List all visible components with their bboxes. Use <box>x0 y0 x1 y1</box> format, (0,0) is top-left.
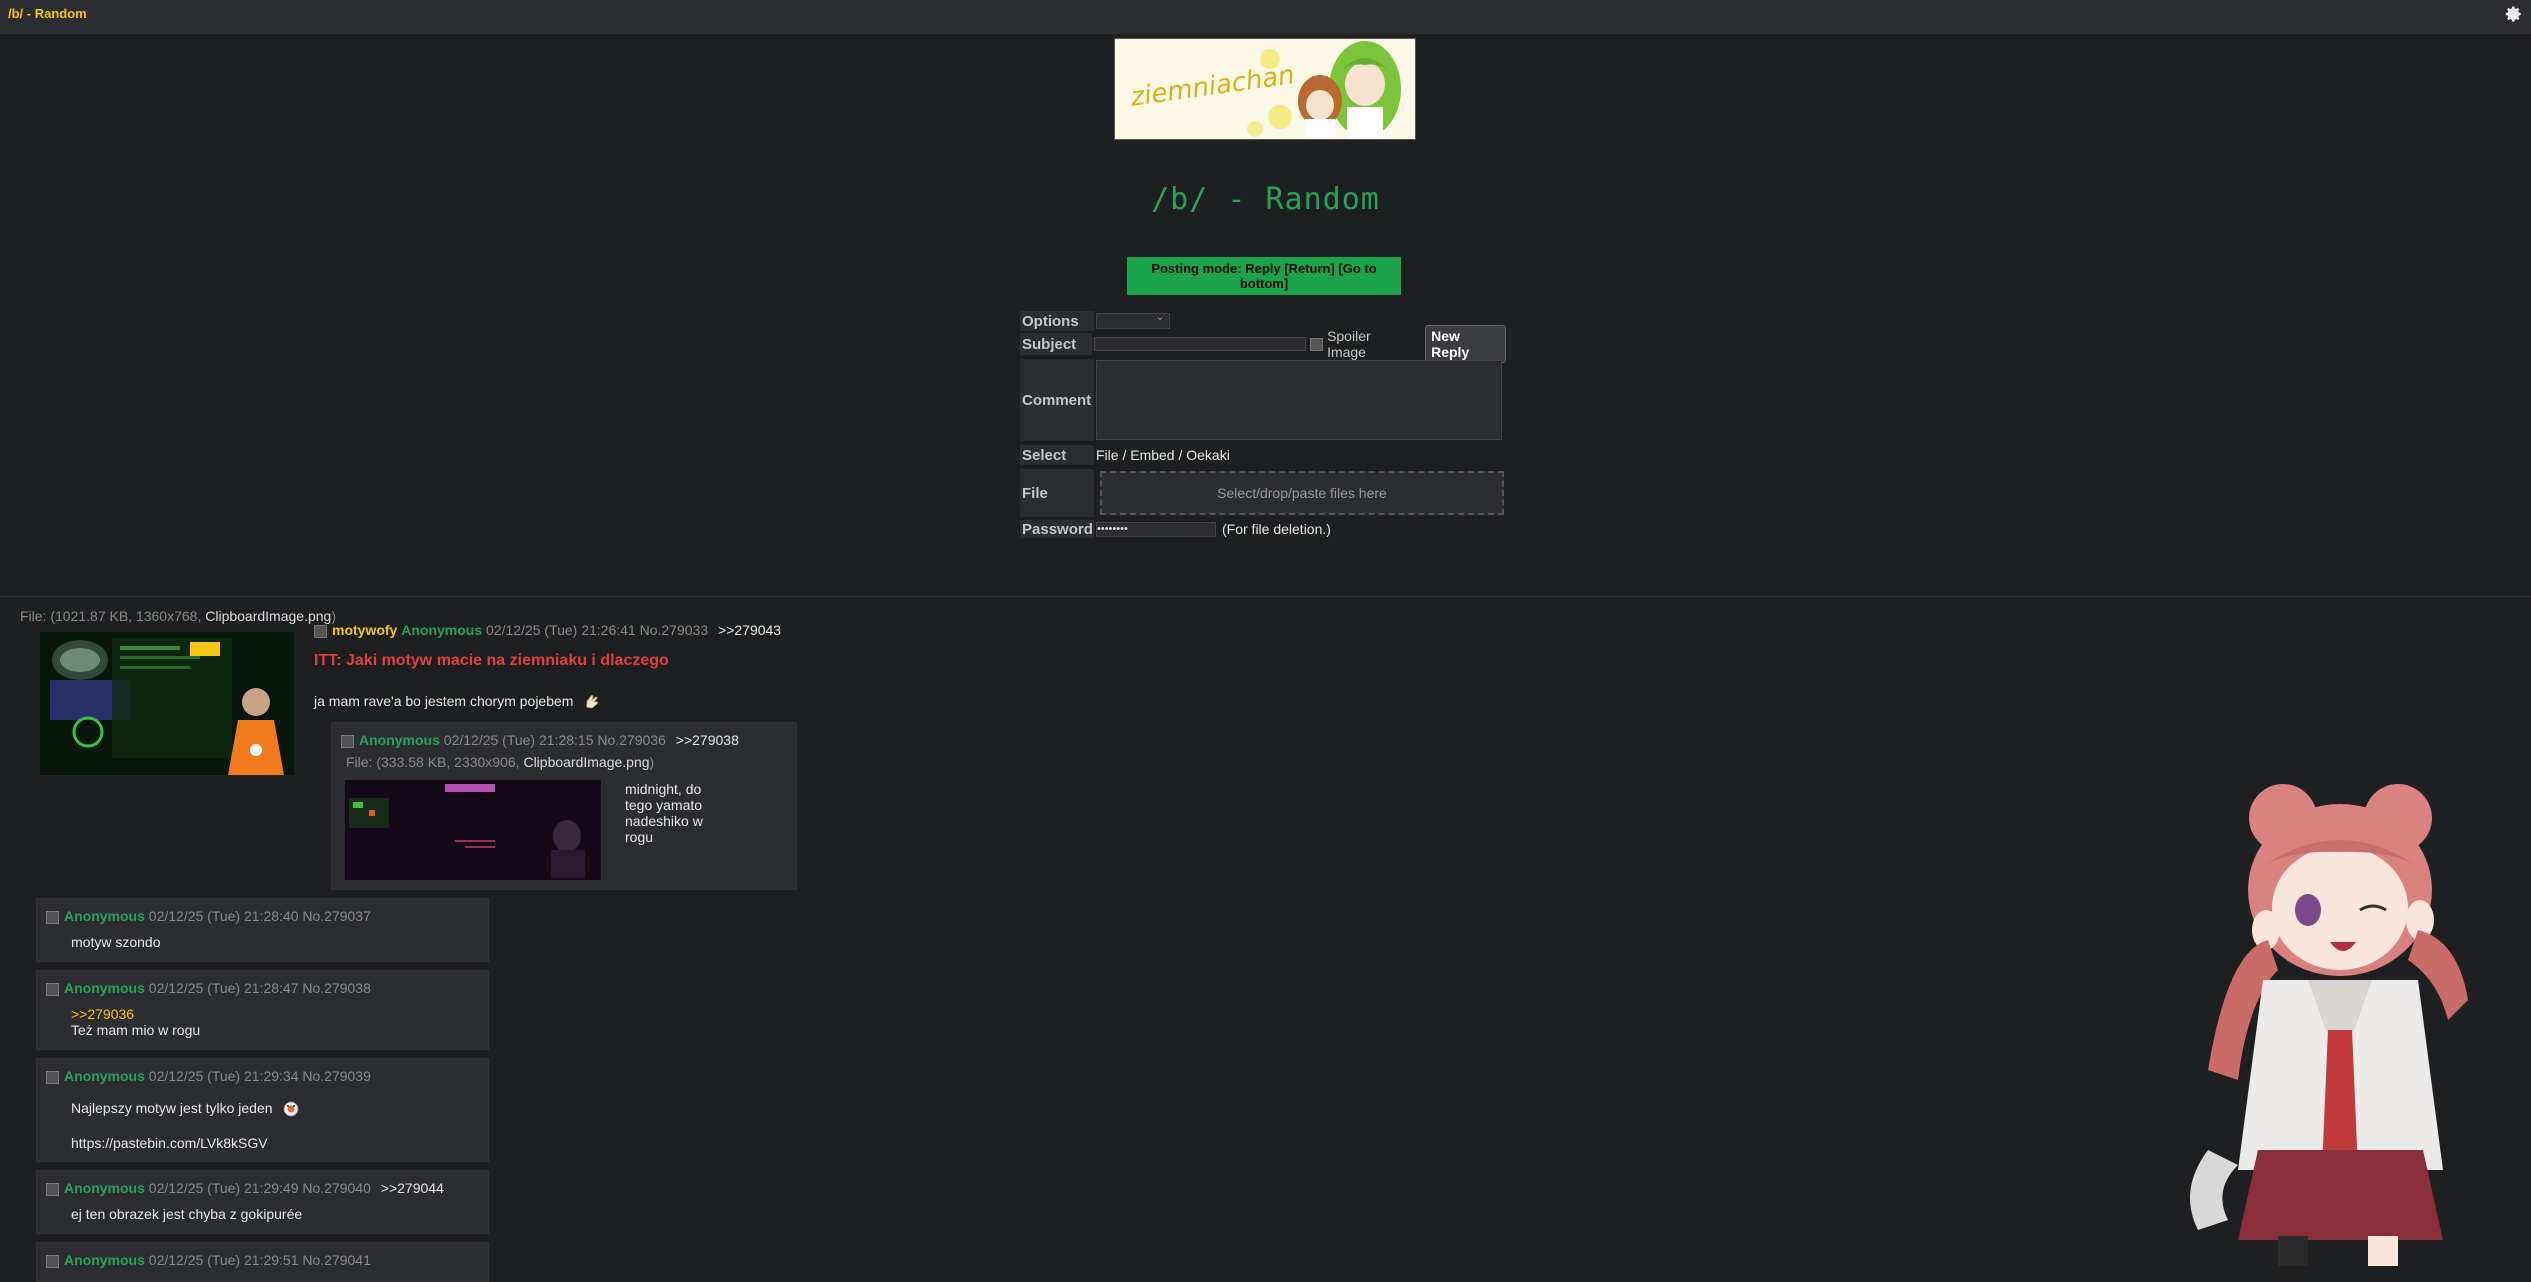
reply-file-suffix: ) <box>649 754 655 770</box>
reply-comment: ej ten obrazek jest chyba z gokipurée <box>71 1206 303 1222</box>
reply-comment-line: midnight, do <box>625 781 702 797</box>
reply-name: Anonymous <box>64 1180 145 1196</box>
op-thumbnail[interactable] <box>40 632 294 775</box>
reply-file-info: File: (333.58 KB, 2330x906, ClipboardIma… <box>346 754 654 770</box>
password-note: (For file deletion.) <box>1222 521 1331 537</box>
reply-backlink[interactable]: >>279044 <box>381 1180 444 1196</box>
reply-meta: Anonymous 02/12/25 (Tue) 21:28:40 No.279… <box>46 908 371 924</box>
board-banner[interactable]: ziemniachan <box>1114 38 1416 140</box>
top-bar: /b/ - Random <box>0 0 2531 34</box>
comment-textarea[interactable] <box>1096 360 1502 440</box>
spoiler-checkbox[interactable] <box>1310 337 1324 351</box>
hand-emoji-icon <box>586 695 599 709</box>
reply-name: Anonymous <box>64 980 145 996</box>
reply-meta: Anonymous 02/12/25 (Tue) 21:28:15 No.279… <box>341 732 739 748</box>
reply-post-number[interactable]: No.279036 <box>597 732 666 748</box>
op-file-info: File: (1021.87 KB, 1360x768, ClipboardIm… <box>20 608 336 624</box>
reply-post: Anonymous 02/12/25 (Tue) 21:29:51 No.279… <box>36 1242 489 1282</box>
reply-post-number[interactable]: No.279040 <box>302 1180 371 1196</box>
reply-post: Anonymous 02/12/25 (Tue) 21:29:34 No.279… <box>36 1058 489 1162</box>
reply-name: Anonymous <box>64 1068 145 1084</box>
reply-quote-link[interactable]: >>279036 <box>71 1006 200 1022</box>
op-comment: ja mam rave'a bo jestem chorym pojebem <box>314 693 601 711</box>
posting-mode-banner: Posting mode: Reply [Return] [Go to bott… <box>1127 257 1401 295</box>
op-thumbnail-image <box>40 632 294 775</box>
reply-backlink[interactable]: >>279038 <box>676 732 739 748</box>
pastebin-link[interactable]: https://pastebin.com/LVk8kSGV <box>71 1135 268 1151</box>
reply-comment: >>279036 Też mam mio w rogu <box>71 1006 200 1038</box>
reply-thumbnail-image <box>345 780 601 880</box>
reply-post-number[interactable]: No.279037 <box>302 908 371 924</box>
file-label: File <box>1020 469 1094 517</box>
reply-comment: midnight, do tego yamato nadeshiko w rog… <box>625 781 703 845</box>
subject-input[interactable] <box>1094 337 1307 351</box>
reply-post-number[interactable]: No.279039 <box>302 1068 371 1084</box>
op-tripname: motywofy <box>332 622 398 638</box>
reply-date: 02/12/25 (Tue) 21:28:40 <box>148 908 299 924</box>
op-select-checkbox[interactable] <box>314 624 327 638</box>
op-post-number[interactable]: No.279033 <box>640 622 709 638</box>
reply-post: Anonymous 02/12/25 (Tue) 21:28:47 No.279… <box>36 970 489 1050</box>
op-subject: ITT: Jaki motyw macie na ziemniaku i dla… <box>314 652 669 669</box>
reply-post: Anonymous 02/12/25 (Tue) 21:29:49 No.279… <box>36 1170 489 1234</box>
new-reply-button[interactable]: New Reply <box>1425 325 1506 363</box>
reply-file-link[interactable]: ClipboardImage.png <box>523 754 649 770</box>
reply-name: Anonymous <box>64 908 145 924</box>
op-name: Anonymous <box>401 622 483 638</box>
reply-post-number[interactable]: No.279038 <box>302 980 371 996</box>
subject-label: Subject <box>1020 333 1093 355</box>
reply-file-meta: File: (333.58 KB, 2330x906, <box>346 754 524 770</box>
reply-select-checkbox[interactable] <box>46 1182 59 1196</box>
reply-comment-text: Najlepszy motyw jest tylko jeden <box>71 1100 273 1116</box>
reply-date: 02/12/25 (Tue) 21:28:47 <box>148 980 299 996</box>
op-post-meta: motywofy Anonymous 02/12/25 (Tue) 21:26:… <box>314 622 781 638</box>
reply-comment-line: tego yamato <box>625 797 703 813</box>
reply-meta: Anonymous 02/12/25 (Tue) 21:28:47 No.279… <box>46 980 371 996</box>
reply-comment-text: Też mam mio w rogu <box>71 1022 201 1038</box>
divider <box>0 596 2531 597</box>
reply-post: Anonymous 02/12/25 (Tue) 21:28:40 No.279… <box>36 898 489 962</box>
posting-mode-label: Posting mode: Reply <box>1151 261 1281 276</box>
reply-date: 02/12/25 (Tue) 21:28:15 <box>443 732 594 748</box>
options-select[interactable] <box>1096 309 1170 329</box>
reply-select-checkbox[interactable] <box>46 910 59 924</box>
sushi-emoji-icon <box>284 1101 299 1117</box>
reply-comment: motyw szondo <box>71 934 161 950</box>
file-embed-oekaki-links[interactable]: File / Embed / Oekaki <box>1096 447 1230 463</box>
banner-image: ziemniachan <box>1115 39 1415 139</box>
board-link[interactable]: /b/ - Random <box>8 6 87 21</box>
select-label: Select <box>1020 445 1094 465</box>
reply-comment: Najlepszy motyw jest tylko jeden <box>71 1100 300 1118</box>
reply-name: Anonymous <box>359 732 440 748</box>
return-link[interactable]: [Return] <box>1284 261 1335 276</box>
reply-comment-line: nadeshiko w <box>625 813 703 829</box>
reply-meta: Anonymous 02/12/25 (Tue) 21:29:34 No.279… <box>46 1068 371 1084</box>
mascot-character-image <box>2190 784 2468 1266</box>
spoiler-label: Spoiler Image <box>1327 328 1371 360</box>
options-label: Options <box>1020 311 1094 331</box>
op-date: 02/12/25 (Tue) 21:26:41 <box>486 622 636 638</box>
op-file-meta: File: (1021.87 KB, 1360x768, <box>20 608 206 624</box>
password-label: Password <box>1020 520 1094 538</box>
op-backlink[interactable]: >>279043 <box>718 622 781 638</box>
op-file-link[interactable]: ClipboardImage.png <box>205 608 331 624</box>
op-comment-text: ja mam rave'a bo jestem chorym pojebem <box>314 693 574 709</box>
reply-select-checkbox[interactable] <box>46 982 59 996</box>
reply-select-checkbox[interactable] <box>341 734 354 748</box>
password-input[interactable]: •••••••• <box>1096 521 1216 537</box>
board-title: /b/ - Random <box>1151 182 1380 217</box>
reply-post: Anonymous 02/12/25 (Tue) 21:28:15 No.279… <box>331 722 797 890</box>
gear-icon[interactable] <box>2505 5 2523 23</box>
comment-label: Comment <box>1020 359 1094 441</box>
reply-date: 02/12/25 (Tue) 21:29:49 <box>148 1180 299 1196</box>
reply-comment-line: rogu <box>625 829 654 845</box>
reply-select-checkbox[interactable] <box>46 1070 59 1084</box>
reply-meta: Anonymous 02/12/25 (Tue) 21:29:49 No.279… <box>46 1180 444 1196</box>
reply-thumbnail[interactable] <box>345 780 601 880</box>
file-dropzone[interactable]: Select/drop/paste files here <box>1100 471 1504 515</box>
reply-date: 02/12/25 (Tue) 21:29:34 <box>148 1068 299 1084</box>
